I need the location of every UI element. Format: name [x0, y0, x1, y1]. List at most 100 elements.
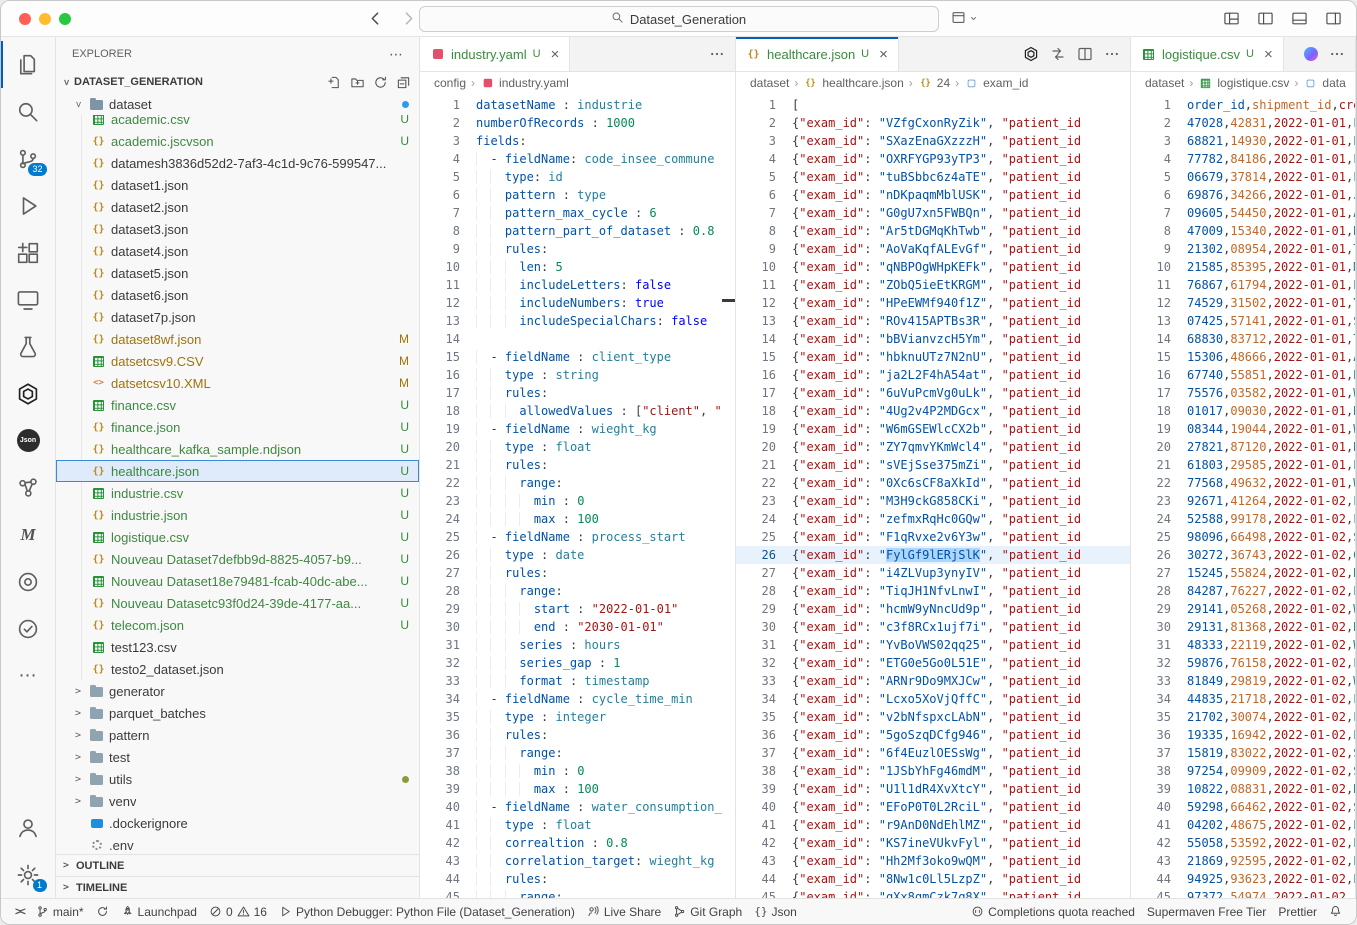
- file-finance.json[interactable]: {}finance.jsonU: [56, 416, 419, 438]
- code-editor[interactable]: 1[2{"exam_id": "VZfgCxonRyZik", "patient…: [736, 94, 1130, 898]
- file-healthcare.json[interactable]: {}healthcare.jsonU: [56, 460, 419, 482]
- explorer-icon[interactable]: [1, 41, 56, 88]
- more-extensions-icon[interactable]: ⋯: [1, 652, 56, 699]
- file-datsetcsv9.CSV[interactable]: datsetcsv9.CSVM: [56, 350, 419, 372]
- file-dataset7p.json[interactable]: {}dataset7p.json: [56, 306, 419, 328]
- new-file-icon[interactable]: [327, 75, 342, 90]
- layout-grid-icon[interactable]: [1223, 10, 1240, 27]
- status-prettier[interactable]: Prettier: [1272, 899, 1323, 924]
- file-dataset3.json[interactable]: {}dataset3.json: [56, 218, 419, 240]
- breadcrumb-item[interactable]: industry.yaml: [480, 76, 569, 90]
- file-dataset4.json[interactable]: {}dataset4.json: [56, 240, 419, 262]
- breadcrumb-item[interactable]: data: [1303, 76, 1345, 90]
- more-actions-icon[interactable]: [709, 46, 725, 62]
- breadcrumb-item[interactable]: {}24: [918, 76, 950, 90]
- close-window-button[interactable]: [19, 13, 31, 25]
- folder-parquet_batches[interactable]: >parquet_batches: [56, 702, 419, 724]
- openai-icon[interactable]: [1, 370, 56, 417]
- target-extension-icon[interactable]: [1, 605, 56, 652]
- folder-utils[interactable]: >utils: [56, 768, 419, 790]
- split-editor-icon[interactable]: [1077, 46, 1093, 62]
- status-live-share[interactable]: Live Share: [581, 899, 667, 924]
- status-python-debugger[interactable]: Python Debugger: Python File (Dataset_Ge…: [273, 899, 581, 924]
- file-.env[interactable]: .env: [56, 834, 419, 854]
- toggle-primary-sidebar-icon[interactable]: [1257, 10, 1274, 27]
- status-json-status[interactable]: {}Json: [748, 899, 803, 924]
- breadcrumb-item[interactable]: dataset: [1145, 76, 1184, 90]
- forward-icon[interactable]: [400, 10, 417, 32]
- file-academic.jscvson[interactable]: {}academic.jscvsonU: [56, 130, 419, 152]
- file-.dockerignore[interactable]: .dockerignore: [56, 812, 419, 834]
- new-folder-icon[interactable]: [350, 75, 365, 90]
- breadcrumb-item[interactable]: {}healthcare.json: [803, 76, 903, 90]
- minimize-window-button[interactable]: [39, 13, 51, 25]
- json-extension-icon[interactable]: Json: [1, 417, 56, 464]
- breadcrumb[interactable]: dataset›{}healthcare.json›{}24›exam_id: [736, 72, 1130, 94]
- folder-generator[interactable]: >generator: [56, 680, 419, 702]
- folder-pattern[interactable]: >pattern: [56, 724, 419, 746]
- testing-icon[interactable]: [1, 323, 56, 370]
- file-Nouveau Dataset7defbb9d-8825-4057-b9...[interactable]: {}Nouveau Dataset7defbb9d-8825-4057-b9..…: [56, 548, 419, 570]
- tab-industry.yaml[interactable]: industry.yamlU×: [420, 37, 570, 71]
- back-icon[interactable]: [367, 10, 384, 32]
- status-supermaven[interactable]: Supermaven Free Tier: [1141, 899, 1272, 924]
- file-industrie.json[interactable]: {}industrie.jsonU: [56, 504, 419, 526]
- workspace-section-header[interactable]: > DATASET_GENERATION: [56, 71, 419, 93]
- compare-changes-icon[interactable]: [1050, 46, 1066, 62]
- status-git-branch[interactable]: main*: [30, 899, 90, 924]
- file-dataset6.json[interactable]: {}dataset6.json: [56, 284, 419, 306]
- molecule-extension-icon[interactable]: [1, 464, 56, 511]
- toggle-panel-icon[interactable]: [1291, 10, 1308, 27]
- status-completions-quota[interactable]: Completions quota reached: [965, 899, 1141, 924]
- tab-logistique.csv[interactable]: logistique.csvU×: [1131, 37, 1284, 71]
- new-window-icon[interactable]: [951, 10, 966, 30]
- outline-section[interactable]: > OUTLINE: [56, 854, 419, 876]
- close-tab-icon[interactable]: ×: [551, 47, 560, 62]
- breadcrumb-item[interactable]: logistique.csv: [1198, 76, 1289, 90]
- file-test123.csv[interactable]: test123.csv: [56, 636, 419, 658]
- file-testo2_dataset.json[interactable]: {}testo2_dataset.json: [56, 658, 419, 680]
- close-tab-icon[interactable]: ×: [879, 47, 888, 62]
- folder-venv[interactable]: >venv: [56, 790, 419, 812]
- search-icon[interactable]: [1, 88, 56, 135]
- folder-test[interactable]: >test: [56, 746, 419, 768]
- breadcrumb-item[interactable]: dataset: [750, 76, 789, 90]
- timeline-section[interactable]: > TIMELINE: [56, 876, 419, 898]
- file-finance.csv[interactable]: finance.csvU: [56, 394, 419, 416]
- file-dataset2.json[interactable]: {}dataset2.json: [56, 196, 419, 218]
- settings-icon[interactable]: 1: [1, 851, 56, 898]
- file-Nouveau Dataset18e79481-fcab-40dc-abe...[interactable]: Nouveau Dataset18e79481-fcab-40dc-abe...…: [56, 570, 419, 592]
- file-logistique.csv[interactable]: logistique.csvU: [56, 526, 419, 548]
- account-icon[interactable]: [1, 804, 56, 851]
- extension-action-icon[interactable]: [1304, 47, 1318, 61]
- status-sync-changes[interactable]: [90, 899, 115, 924]
- file-telecom.json[interactable]: {}telecom.jsonU: [56, 614, 419, 636]
- file-dataset1.json[interactable]: {}dataset1.json: [56, 174, 419, 196]
- file-industrie.csv[interactable]: industrie.csvU: [56, 482, 419, 504]
- code-editor[interactable]: 1order_id,shipment_id,crea247028,42831,2…: [1131, 94, 1355, 898]
- file-Nouveau Datasetc93f0d24-39de-4177-aa...[interactable]: {}Nouveau Datasetc93f0d24-39de-4177-aa..…: [56, 592, 419, 614]
- explorer-more-actions-icon[interactable]: ⋯: [389, 46, 403, 63]
- status-notifications[interactable]: [1323, 899, 1348, 924]
- command-center[interactable]: Dataset_Generation: [419, 6, 939, 32]
- breadcrumb[interactable]: config›industry.yaml: [420, 72, 735, 94]
- status-git-graph[interactable]: Git Graph: [667, 899, 748, 924]
- code-editor[interactable]: 1datasetName : industrie2numberOfRecords…: [420, 94, 735, 898]
- file-datsetcsv10.XML[interactable]: <>datsetcsv10.XMLM: [56, 372, 419, 394]
- extensions-icon[interactable]: [1, 229, 56, 276]
- run-and-debug-icon[interactable]: [1, 182, 56, 229]
- file-healthcare_kafka_sample.ndjson[interactable]: {}healthcare_kafka_sample.ndjsonU: [56, 438, 419, 460]
- file-dataset8wf.json[interactable]: {}dataset8wf.jsonM: [56, 328, 419, 350]
- source-control-icon[interactable]: 32: [1, 135, 56, 182]
- status-launchpad[interactable]: Launchpad: [115, 899, 203, 924]
- refresh-icon[interactable]: [373, 75, 388, 90]
- file-dataset5.json[interactable]: {}dataset5.json: [56, 262, 419, 284]
- status-remote-indicator[interactable]: ><: [9, 899, 30, 924]
- breadcrumb[interactable]: dataset›logistique.csv›data: [1131, 72, 1355, 94]
- toggle-secondary-sidebar-icon[interactable]: [1325, 10, 1342, 27]
- ring-extension-icon[interactable]: [1, 558, 56, 605]
- more-actions-icon[interactable]: [1329, 46, 1345, 62]
- collapse-all-icon[interactable]: [396, 75, 411, 90]
- close-tab-icon[interactable]: ×: [1264, 47, 1273, 62]
- tab-healthcare.json[interactable]: {}healthcare.jsonU×: [736, 37, 899, 71]
